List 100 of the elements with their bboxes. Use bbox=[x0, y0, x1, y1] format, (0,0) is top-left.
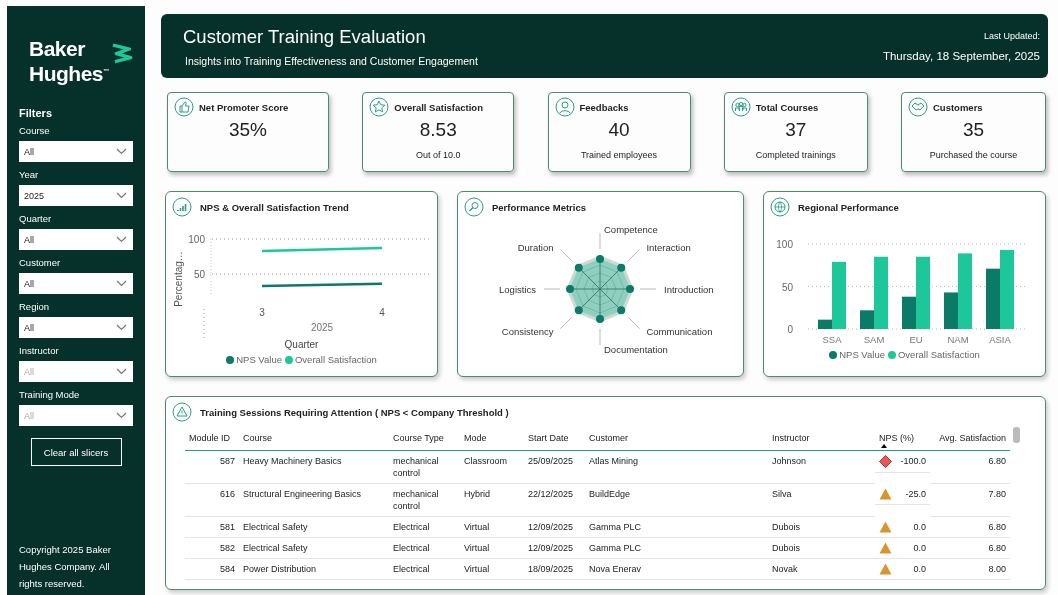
legend-item: Overall Satisfaction bbox=[284, 354, 377, 365]
column-header[interactable]: Instructor bbox=[768, 426, 875, 451]
column-header[interactable]: Course Type bbox=[389, 426, 460, 451]
page-title: Customer Training Evaluation bbox=[183, 25, 427, 48]
y-tick-label: 100 bbox=[776, 239, 793, 250]
triangle-icon bbox=[879, 520, 892, 533]
filters-title: Filters bbox=[19, 107, 53, 119]
leader-line bbox=[639, 288, 656, 290]
filter-label: Training Mode bbox=[19, 389, 81, 400]
x-tick-label: SAM bbox=[863, 334, 885, 345]
table-cell: 18/09/2025 bbox=[524, 558, 585, 580]
table-cell: Virtual bbox=[460, 537, 524, 559]
kpi-title: Net Promoter Score bbox=[199, 101, 289, 113]
axis-label: Competence bbox=[603, 224, 658, 235]
kpi-value: 35% bbox=[229, 119, 267, 141]
x-axis-title: Quarter bbox=[284, 339, 319, 350]
table-cell: 6.80 bbox=[930, 450, 1010, 484]
axis-label: Communication bbox=[645, 326, 712, 338]
search-icon bbox=[464, 197, 484, 217]
x-group-label: 2025 bbox=[310, 322, 333, 333]
chevron-icon bbox=[116, 368, 127, 375]
table-cell: Johnson bbox=[768, 450, 875, 484]
table-cell: Novak bbox=[768, 558, 875, 580]
legend-item: NPS Value bbox=[829, 349, 885, 360]
column-header[interactable]: NPS (%) bbox=[875, 426, 930, 451]
kpi-caption: Trained employees bbox=[580, 150, 658, 160]
warning-icon bbox=[172, 402, 192, 422]
filter-dropdown[interactable]: All bbox=[19, 317, 133, 338]
column-header[interactable]: Customer bbox=[585, 426, 768, 451]
table-cell: Power Distribution bbox=[239, 558, 389, 580]
filter-label: Quarter bbox=[19, 213, 53, 224]
table-cell: 12/09/2025 bbox=[524, 537, 585, 559]
kpi-value: 37 bbox=[785, 119, 807, 141]
filter-label: Year bbox=[19, 169, 40, 180]
scrollbar[interactable] bbox=[1013, 427, 1020, 443]
bar-chart-icon bbox=[172, 197, 192, 217]
table-cell: Hybrid bbox=[460, 483, 524, 517]
filter-label: Region bbox=[19, 301, 51, 312]
table-cell: 8.00 bbox=[930, 558, 1010, 580]
column-header[interactable]: Course bbox=[239, 426, 389, 451]
y-tick-label: 0 bbox=[787, 324, 793, 335]
table-cell: Electrical bbox=[389, 558, 460, 580]
column-header[interactable]: Avg. Satisfaction bbox=[930, 426, 1010, 451]
clear-slicers-button[interactable]: Clear all slicers bbox=[30, 438, 122, 466]
filter-label: Instructor bbox=[19, 345, 60, 356]
logo-text: Baker Hughes$^{™}$ bbox=[29, 38, 109, 85]
diamond-icon bbox=[879, 455, 892, 468]
axis-label: Logistics bbox=[498, 284, 536, 295]
x-tick-label: 4 bbox=[378, 307, 385, 318]
x-tick-label: SSA bbox=[822, 334, 842, 345]
table-cell: 616 bbox=[185, 483, 239, 517]
triangle-icon bbox=[879, 487, 892, 500]
table-title: Training Sessions Requiring Attention ( NPS < Company Threshold ) bbox=[200, 406, 509, 418]
axis-label: Interaction bbox=[645, 241, 691, 253]
table-cell: Nova Enerav bbox=[585, 558, 768, 580]
table-cell: 581 bbox=[185, 516, 239, 538]
table-cell: 12/09/2025 bbox=[524, 516, 585, 538]
x-tick-label: EU bbox=[909, 334, 923, 345]
table-cell: 25/09/2025 bbox=[524, 450, 585, 484]
table-cell: BuildEdge bbox=[585, 483, 768, 517]
kpi-caption: Purchased the course bbox=[929, 150, 1018, 160]
legend-item: NPS Value bbox=[226, 354, 282, 365]
legend-item: Overall Satisfaction bbox=[887, 349, 980, 360]
x-tick-label: NAM bbox=[947, 334, 969, 345]
table-cell: -100.0 bbox=[900, 455, 926, 467]
table-cell: Atlas Mining bbox=[585, 450, 768, 484]
column-header[interactable]: Module ID bbox=[185, 426, 239, 451]
copyright-text: Copyright 2025 Baker Hughes Company. All rights reserved. bbox=[19, 543, 112, 591]
chevron-icon bbox=[116, 412, 127, 419]
leader-line bbox=[559, 248, 572, 262]
last-updated-date: Thursday, 18 September, 2025 bbox=[882, 49, 1040, 62]
filter-dropdown[interactable]: All bbox=[19, 273, 133, 294]
kpi-caption: Completed trainings bbox=[755, 150, 836, 160]
column-header[interactable]: Mode bbox=[460, 426, 524, 451]
filter-dropdown[interactable]: 2025 bbox=[19, 185, 133, 206]
kpi-title: Overall Satisfaction bbox=[394, 101, 483, 113]
kpi-value: 8.53 bbox=[419, 119, 457, 141]
axis-label: Documentation bbox=[603, 344, 668, 355]
chevron-icon bbox=[116, 192, 127, 199]
table-cell: Electrical Safety bbox=[239, 516, 389, 538]
kpi-value: 40 bbox=[608, 119, 630, 141]
y-tick-label: 50 bbox=[193, 269, 205, 280]
column-header[interactable]: Start Date bbox=[524, 426, 585, 451]
table-cell: 587 bbox=[185, 450, 239, 484]
kpi-title: Feedbacks bbox=[579, 101, 629, 113]
chevron-icon bbox=[116, 280, 127, 287]
table-cell: Virtual bbox=[460, 516, 524, 538]
table-cell: Gamma PLC bbox=[585, 516, 768, 538]
kpi-value: 35 bbox=[962, 119, 985, 141]
table-cell: 22/12/2025 bbox=[524, 483, 585, 517]
table-cell: mechanical control bbox=[389, 483, 460, 517]
chart-title: Performance Metrics bbox=[492, 201, 586, 213]
table-cell: Electrical bbox=[389, 537, 460, 559]
filter-dropdown[interactable]: All bbox=[19, 229, 133, 250]
leader-line bbox=[543, 288, 560, 290]
table-cell: Electrical bbox=[389, 516, 460, 538]
kpi-caption: Out of 10.0 bbox=[416, 150, 461, 160]
filter-dropdown[interactable]: All bbox=[19, 141, 133, 162]
chevron-icon bbox=[116, 148, 127, 155]
table-cell: Structural Engineering Basics bbox=[239, 483, 389, 517]
